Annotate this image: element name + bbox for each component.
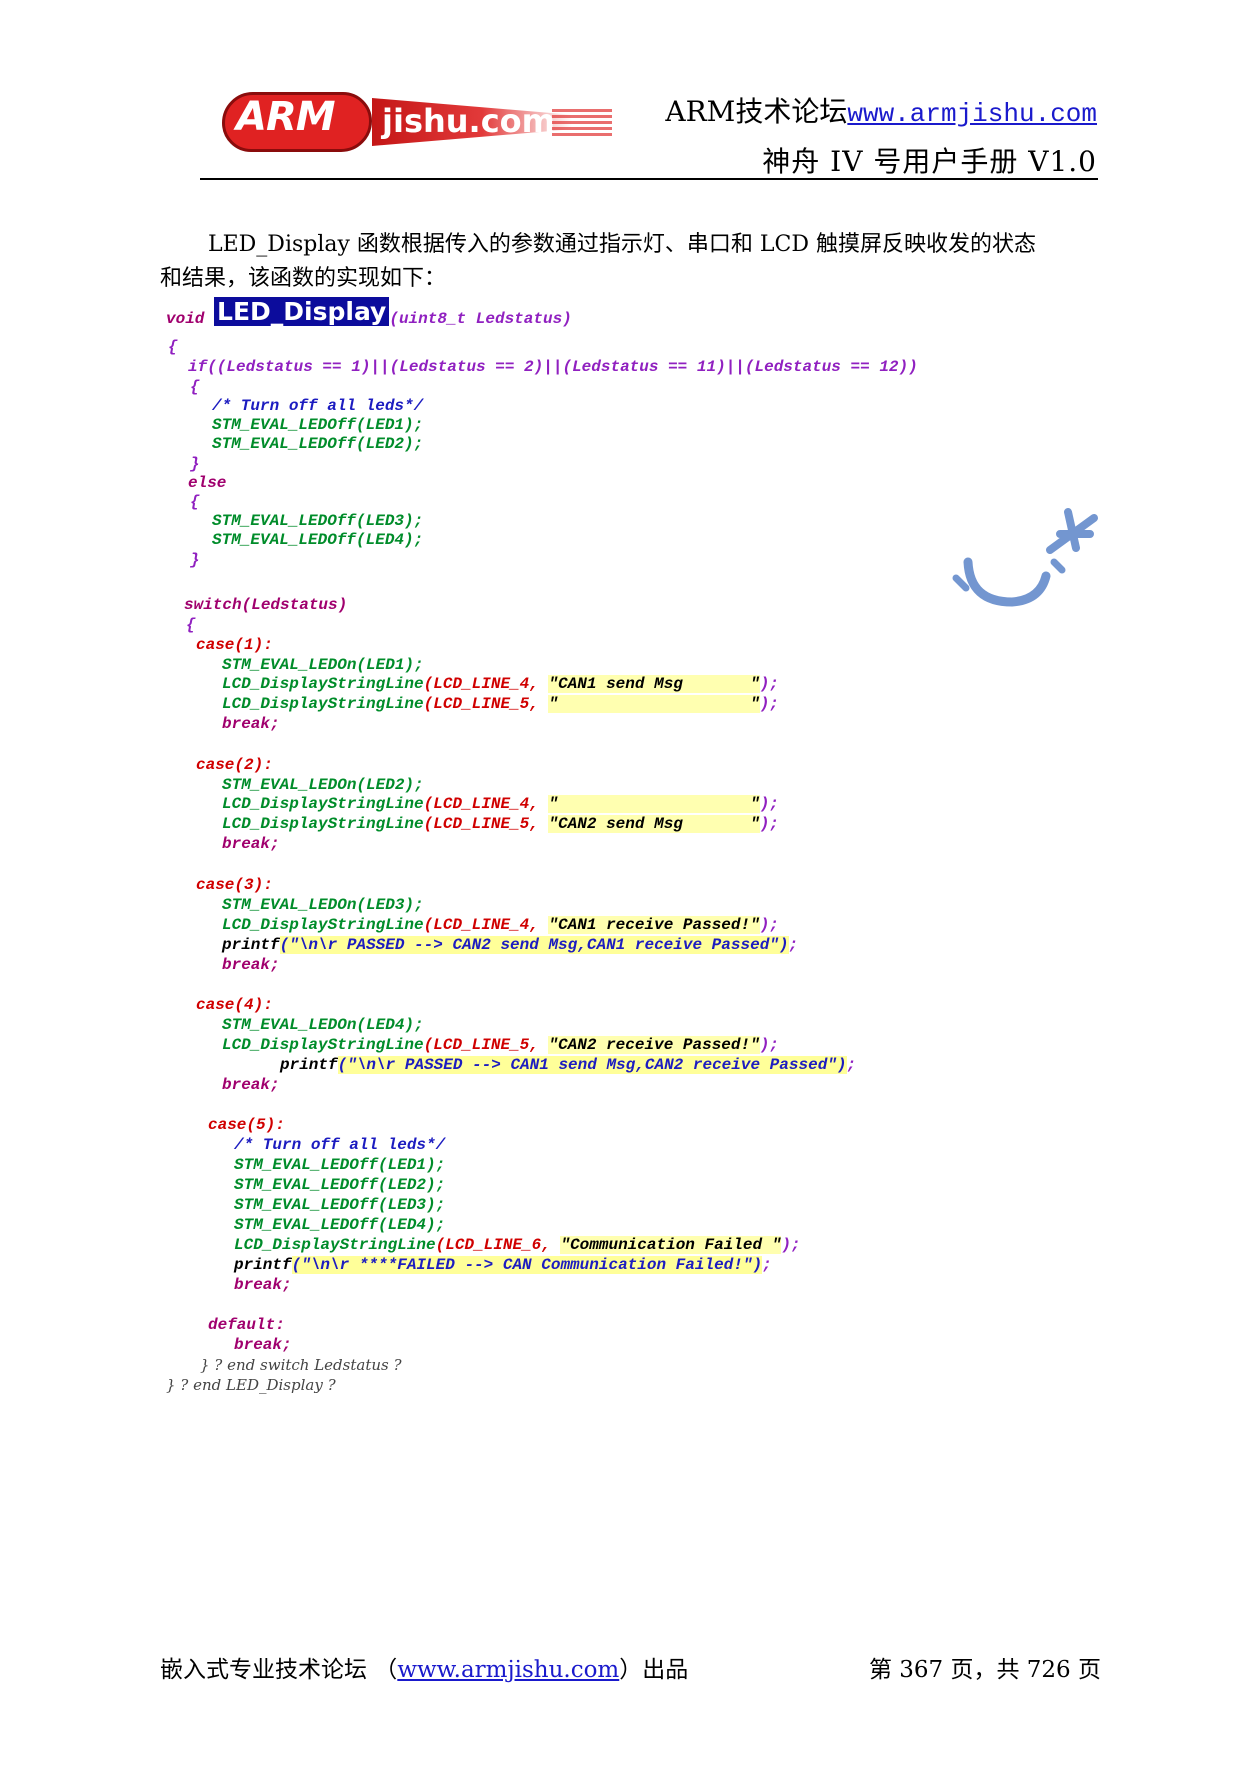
footer-prefix: 嵌入式专业技术论坛 （ <box>160 1657 398 1683</box>
code-break: break; <box>234 1276 292 1294</box>
code-line: STM_EVAL_LEDOff(LED2); <box>212 435 424 453</box>
header-divider <box>200 178 1098 180</box>
code-line: LCD_DisplayStringLine(LCD_LINE_5, "CAN2 … <box>222 815 779 833</box>
page-number: 第 367 页，共 726 页 <box>868 1657 1101 1683</box>
logo-badge-text: ARM <box>236 94 336 140</box>
code-line: STM_EVAL_LEDOn(LED1); <box>222 656 424 674</box>
code-brace: { <box>190 378 200 396</box>
code-brace: { <box>186 616 196 634</box>
code-brace: { <box>190 493 200 511</box>
code-signature: void LED_Display (uint8_t Ledstatus) <box>166 297 572 328</box>
code-comment: /* Turn off all leds*/ <box>212 397 424 415</box>
code-line: LCD_DisplayStringLine(LCD_LINE_4, "CAN1 … <box>222 675 779 693</box>
code-line: STM_EVAL_LEDOn(LED3); <box>222 896 424 914</box>
code-line: LCD_DisplayStringLine(LCD_LINE_4, "CAN1 … <box>222 916 779 934</box>
code-break: break; <box>234 1336 292 1354</box>
header-forum-label: ARM技术论坛 <box>665 95 848 128</box>
code-brace: { <box>168 338 178 356</box>
footer-link[interactable]: www.armjishu.com <box>397 1657 619 1683</box>
code-line: STM_EVAL_LEDOff(LED3); <box>234 1196 446 1214</box>
intro-line-1: LED_Display 函数根据传入的参数通过指示灯、串口和 LCD 触摸屏反映… <box>208 232 1036 257</box>
code-line: LCD_DisplayStringLine(LCD_LINE_5, " "); <box>222 695 779 713</box>
code-break: break; <box>222 956 280 974</box>
code-break: break; <box>222 715 280 733</box>
code-line: STM_EVAL_LEDOff(LED1); <box>234 1156 446 1174</box>
code-case: case(1): <box>196 636 273 654</box>
code-default: default: <box>208 1316 285 1334</box>
header-forum-link[interactable]: www.armjishu.com <box>847 99 1097 129</box>
code-comment: /* Turn off all leds*/ <box>234 1136 446 1154</box>
code-brace: } <box>190 551 200 569</box>
header-forum: ARM技术论坛www.armjishu.com <box>665 90 1097 130</box>
code-else: else <box>188 474 227 492</box>
code-case: case(4): <box>196 996 273 1014</box>
intro-paragraph: LED_Display 函数根据传入的参数通过指示灯、串口和 LCD 触摸屏反映… <box>160 228 1120 296</box>
code-case: case(5): <box>208 1116 285 1134</box>
header-manual-title: 神舟 IV 号用户手册 V1.0 <box>762 145 1097 178</box>
watermark-mark <box>952 508 1098 607</box>
armjishu-logo: ARM jishu.com <box>222 88 612 158</box>
logo-speed-stripes <box>552 108 612 136</box>
code-brace: } <box>190 455 200 473</box>
intro-line-2: 和结果，该函数的实现如下： <box>160 266 447 291</box>
code-if: if((Ledstatus == 1)||(Ledstatus == 2)||(… <box>188 358 918 376</box>
code-line: STM_EVAL_LEDOn(LED4); <box>222 1016 424 1034</box>
code-case: case(2): <box>196 756 273 774</box>
code-switch: switch(Ledstatus) <box>184 596 348 614</box>
logo-wordmark-text: jishu.com <box>382 102 555 140</box>
footer-publisher: 嵌入式专业技术论坛 （www.armjishu.com）出品 <box>160 1650 688 1684</box>
code-break: break; <box>222 1076 280 1094</box>
code-line: STM_EVAL_LEDOff(LED4); <box>234 1216 446 1234</box>
code-end-switch: } ? end switch Ledstatus ? <box>200 1356 402 1374</box>
code-line: printf("\n\r ****FAILED --> CAN Communic… <box>234 1256 772 1274</box>
code-line: LCD_DisplayStringLine(LCD_LINE_5, "CAN2 … <box>222 1036 779 1054</box>
code-line: STM_EVAL_LEDOn(LED2); <box>222 776 424 794</box>
code-case: case(3): <box>196 876 273 894</box>
code-line: printf("\n\r PASSED --> CAN2 send Msg,CA… <box>222 936 799 954</box>
code-line: STM_EVAL_LEDOff(LED4); <box>212 531 424 549</box>
code-end-function: } ? end LED_Display ? <box>166 1376 336 1394</box>
code-line: printf("\n\r PASSED --> CAN1 send Msg,CA… <box>280 1056 857 1074</box>
function-name: LED_Display <box>214 297 390 326</box>
code-line: LCD_DisplayStringLine(LCD_LINE_4, " "); <box>222 795 779 813</box>
code-line: STM_EVAL_LEDOff(LED3); <box>212 512 424 530</box>
footer-suffix: ）出品 <box>619 1657 689 1683</box>
code-line: STM_EVAL_LEDOff(LED1); <box>212 416 424 434</box>
code-break: break; <box>222 835 280 853</box>
code-line: LCD_DisplayStringLine(LCD_LINE_6, "Commu… <box>234 1236 801 1254</box>
code-line: STM_EVAL_LEDOff(LED2); <box>234 1176 446 1194</box>
